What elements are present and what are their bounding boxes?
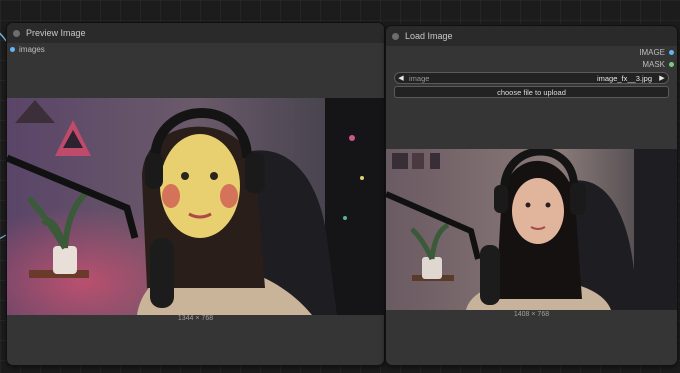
image-combo[interactable]: ◀ image image_fx__3.jpg ▶ xyxy=(394,72,669,84)
preview-node-header[interactable]: Preview Image xyxy=(7,23,384,43)
preview-output-image xyxy=(7,98,384,315)
mask-output-dot-icon[interactable] xyxy=(669,62,674,67)
combo-next-arrow-icon[interactable]: ▶ xyxy=(656,74,668,82)
output-slot-mask[interactable]: MASK xyxy=(642,60,674,69)
image-dimensions: 1344 × 768 xyxy=(177,315,214,322)
slot-label: IMAGE xyxy=(639,48,665,57)
image-link-wire-lower xyxy=(0,234,7,240)
preview-image-node[interactable]: Preview Image images 1344 × 768 xyxy=(7,23,384,365)
slot-label: images xyxy=(19,45,45,54)
load-image-node[interactable]: Load Image IMAGE MASK ◀ image image_fx__… xyxy=(386,26,677,365)
combo-value: image_fx__3.jpg xyxy=(596,73,652,83)
collapse-icon[interactable] xyxy=(13,29,20,37)
collapse-icon[interactable] xyxy=(392,32,399,40)
upload-button[interactable]: choose file to upload xyxy=(394,86,669,98)
loaded-image-preview xyxy=(386,149,677,310)
input-slot-images[interactable]: images xyxy=(10,45,45,54)
combo-label: image xyxy=(409,73,430,83)
combo-prev-arrow-icon[interactable]: ◀ xyxy=(395,74,407,82)
slot-label: MASK xyxy=(642,60,665,69)
output-slot-image[interactable]: IMAGE xyxy=(639,48,674,57)
image-output-dot-icon[interactable] xyxy=(669,50,674,55)
node-title: Preview Image xyxy=(26,28,86,38)
image-dimensions: 1408 × 768 xyxy=(513,311,550,318)
load-node-header[interactable]: Load Image xyxy=(386,26,677,46)
image-input-dot-icon[interactable] xyxy=(10,47,15,52)
node-title: Load Image xyxy=(405,31,453,41)
